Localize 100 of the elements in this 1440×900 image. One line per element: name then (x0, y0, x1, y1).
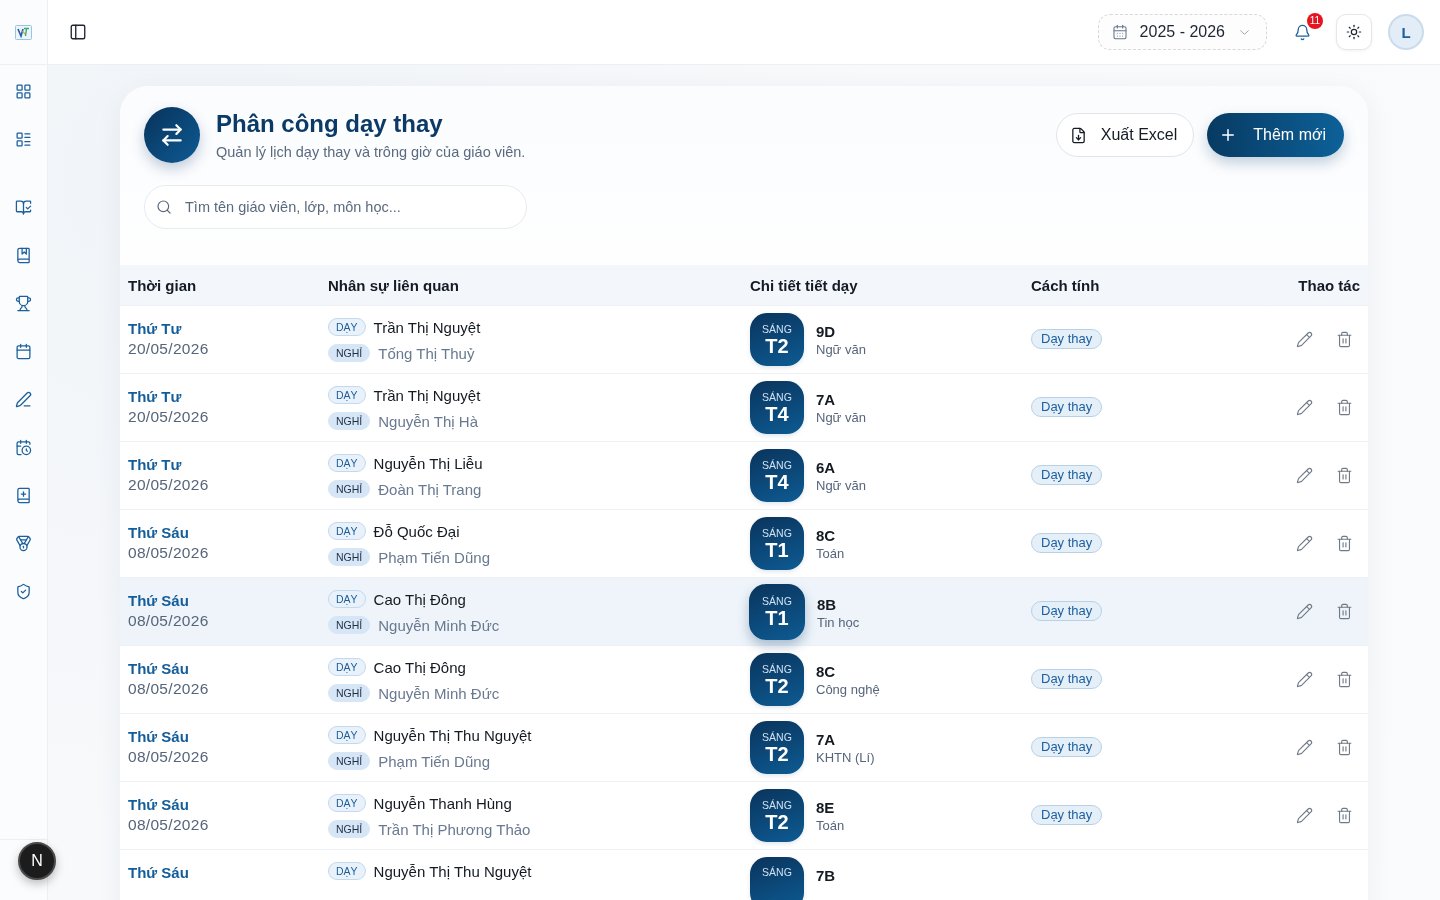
subject-name: Ngữ văn (816, 477, 866, 494)
date-label: 08/05/2026 (128, 815, 209, 835)
class-name: 8C (816, 525, 837, 545)
method-badge: Dạy thay (1031, 805, 1103, 825)
notification-badge: 11 (1307, 12, 1323, 29)
method-badge: Dạy thay (1031, 601, 1103, 621)
weekday-label: Thứ Sáu (128, 727, 189, 747)
teacher-name: Phạm Tiến Dũng (378, 752, 490, 770)
period-label: T4 (765, 470, 789, 493)
teacher-name: Nguyễn Thanh Hùng (373, 794, 512, 812)
pencil-icon[interactable] (1295, 466, 1313, 484)
weekday-label: Thứ Sáu (128, 795, 189, 815)
year-selector[interactable]: 2025 - 2026 (1097, 14, 1267, 50)
trash-icon[interactable] (1335, 466, 1353, 484)
date-label: 08/05/2026 (128, 747, 209, 767)
column-header: Thời gian (127, 276, 198, 294)
teacher-name: Đoàn Thị Trang (378, 480, 482, 498)
period-label: T1 (765, 538, 789, 561)
date-label: 08/05/2026 (128, 679, 209, 699)
subject-name: KHTN (Lí) (816, 749, 875, 766)
session-label: SÁNG (762, 662, 792, 675)
weekday-label: Thứ Tư (128, 387, 182, 407)
session-label: SÁNG (762, 595, 792, 607)
date-label: 20/05/2026 (128, 339, 209, 359)
pencil-icon[interactable] (1295, 330, 1313, 348)
absent-tag: NGHỈ (328, 344, 371, 362)
sidebar-toggle-icon[interactable] (69, 23, 87, 41)
date-label: 20/05/2026 (128, 407, 209, 427)
absent-tag: NGHỈ (328, 752, 371, 770)
grid-icon[interactable] (15, 82, 32, 100)
teacher-name: Trần Thị Nguyệt (373, 386, 481, 404)
bookmark-book-icon[interactable] (15, 246, 32, 264)
teacher-name: Tống Thị Thuỷ (378, 344, 475, 362)
class-name: 6A (816, 457, 837, 477)
pencil-icon[interactable] (1295, 602, 1313, 620)
teaching-tag: DẠY (328, 522, 366, 540)
trash-icon[interactable] (1335, 330, 1353, 348)
method-badge: Dạy thay (1031, 329, 1103, 349)
absent-tag: NGHỈ (328, 412, 371, 430)
table-row[interactable]: Thứ Sáu DẠY Nguyễn Thị Thu Nguyệt SÁNG 7B (120, 849, 1368, 900)
session-label: SÁNG (762, 798, 792, 811)
column-header: Cách tính (1030, 276, 1101, 294)
calendar-clock-icon[interactable] (15, 438, 32, 456)
search-field[interactable]: Tìm tên giáo viên, lớp, môn học... (144, 185, 527, 229)
absent-tag: NGHỈ (328, 480, 371, 498)
add-button[interactable]: Thêm mới (1207, 113, 1344, 157)
user-avatar[interactable]: L (1388, 14, 1424, 50)
table-row[interactable]: Thứ Sáu 08/05/2026 DẠY Cao Thị Đông NGHỈ Nguyễn Minh Đức SÁNG T1 8B Tin học Dạy thay (120, 577, 1368, 645)
trash-icon[interactable] (1335, 670, 1353, 688)
theme-toggle-button[interactable] (1336, 14, 1372, 50)
table-row[interactable]: Thứ Sáu 08/05/2026 DẠY Cao Thị Đông NGHỈ Nguyễn Minh Đức SÁNG T2 8C Công nghệ Dạy thay (120, 645, 1368, 713)
export-button[interactable]: Xuất Excel (1055, 113, 1195, 157)
method-badge: Dạy thay (1031, 465, 1103, 485)
book-check-icon[interactable] (15, 198, 32, 216)
pencil-icon[interactable] (1295, 738, 1313, 756)
file-download-icon (1069, 126, 1087, 144)
weekday-label: Thứ Tư (128, 455, 182, 475)
logo-icon[interactable] (15, 24, 32, 40)
subject-name: Tin học (817, 614, 860, 631)
table-row[interactable]: Thứ Sáu 08/05/2026 DẠY Nguyễn Thanh Hùng NGHỈ Trần Thị Phương Thảo SÁNG T2 8E Toán Dạy thay (120, 781, 1368, 849)
pencil-icon[interactable] (1295, 670, 1313, 688)
trash-icon[interactable] (1335, 398, 1353, 416)
trash-icon[interactable] (1335, 806, 1353, 824)
trash-icon[interactable] (1335, 738, 1353, 756)
teacher-name: Nguyễn Minh Đức (378, 684, 500, 702)
trophy-icon[interactable] (15, 294, 32, 312)
class-name: 9D (816, 321, 837, 341)
pencil-icon[interactable] (1295, 534, 1313, 552)
medal-icon[interactable] (15, 534, 32, 552)
column-header: Chi tiết tiết dạy (749, 276, 859, 294)
method-badge: Dạy thay (1031, 737, 1103, 757)
teacher-name: Nguyễn Thị Thu Nguyệt (373, 726, 532, 744)
teacher-name: Cao Thị Đông (373, 658, 466, 676)
absent-tag: NGHỈ (328, 548, 371, 566)
table-row[interactable]: Thứ Tư 20/05/2026 DẠY Trần Thị Nguyệt NGHỈ Tống Thị Thuỷ SÁNG T2 9D Ngữ văn Dạy thay (120, 305, 1368, 373)
session-label: SÁNG (762, 866, 792, 878)
teacher-name: Nguyễn Thị Thu Nguyệt (373, 862, 532, 880)
calendar-icon[interactable] (15, 342, 32, 360)
pen-icon[interactable] (15, 390, 32, 408)
table-row[interactable]: Thứ Tư 20/05/2026 DẠY Nguyễn Thị Liễu NGHỈ Đoàn Thị Trang SÁNG T4 6A Ngữ văn Dạy thay (120, 441, 1368, 509)
book-plus-icon[interactable] (15, 486, 32, 504)
trash-icon[interactable] (1335, 534, 1353, 552)
bell-icon[interactable] (1294, 23, 1311, 41)
pencil-icon[interactable] (1295, 398, 1313, 416)
teaching-tag: DẠY (328, 794, 366, 812)
table-row[interactable]: Thứ Tư 20/05/2026 DẠY Trần Thị Nguyệt NGHỈ Nguyễn Thị Hà SÁNG T4 7A Ngữ văn Dạy thay (120, 373, 1368, 441)
teacher-name: Phạm Tiến Dũng (378, 548, 490, 566)
period-label: T2 (765, 674, 789, 697)
page-title: Phân công dạy thay (216, 109, 444, 139)
list-icon[interactable] (15, 130, 32, 148)
search-icon (156, 199, 172, 215)
teacher-name: Nguyễn Minh Đức (378, 616, 500, 634)
period-label: T1 (765, 607, 789, 629)
table-row[interactable]: Thứ Sáu 08/05/2026 DẠY Nguyễn Thị Thu Nguyệt NGHỈ Phạm Tiến Dũng SÁNG T2 7A KHTN (Lí) Dạy thay (120, 713, 1368, 781)
teaching-tag: DẠY (328, 454, 366, 472)
pencil-icon[interactable] (1295, 806, 1313, 824)
sun-icon (1346, 24, 1362, 40)
subject-name: Toán (816, 545, 845, 562)
shield-check-icon[interactable] (15, 582, 32, 600)
trash-icon[interactable] (1335, 602, 1353, 620)
